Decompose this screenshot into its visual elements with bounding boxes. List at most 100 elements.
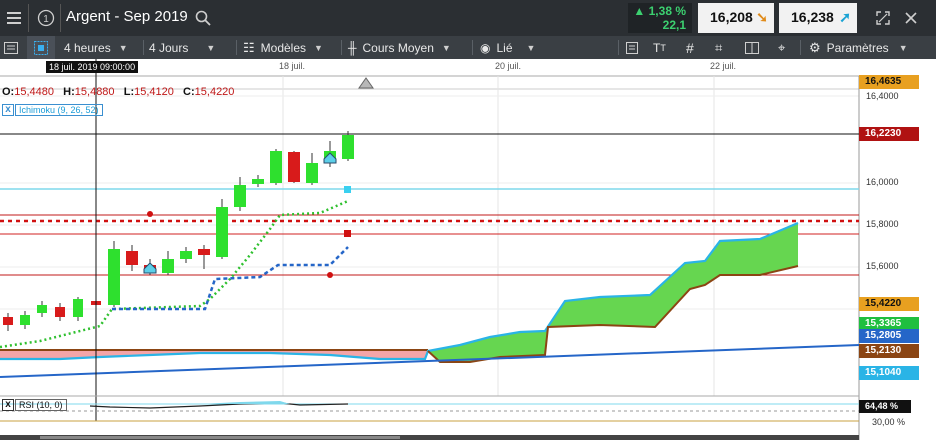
period-value: 4 Jours	[149, 40, 189, 55]
rsi-tick: 30,00 %	[872, 417, 906, 427]
templates-dropdown[interactable]: ☷ Modèles ▼	[243, 36, 323, 59]
chevron-down-icon: ▼	[314, 42, 323, 53]
hamburger-menu-icon[interactable]	[0, 0, 28, 36]
rsi-value-tag: 64,48 %	[859, 400, 911, 413]
period-dropdown[interactable]: 4 Jours ▼	[149, 36, 215, 59]
candle-bullish	[270, 151, 282, 183]
price-type-value: Cours Moyen	[362, 40, 434, 55]
high-value: 15,4880	[74, 86, 115, 98]
price-tick: 16,4000	[866, 91, 899, 101]
price-chart[interactable]: 18 juil. 2019 09:00:00 18 juil. 20 juil.…	[0, 59, 936, 440]
rsi-indicator-label[interactable]: x RSI (10, 0)	[2, 398, 67, 412]
price-tag-last: 16,2230	[859, 127, 919, 141]
price-type-dropdown[interactable]: ╫ Cours Moyen ▼	[348, 36, 451, 59]
grid-icon[interactable]: #	[686, 36, 694, 59]
expand-icon[interactable]	[872, 0, 894, 36]
search-icon[interactable]	[193, 0, 213, 36]
price-tick: 16,0000	[866, 177, 899, 187]
close-value: 15,4220	[194, 86, 235, 98]
title-bar: 1 Argent - Sep 2019 ▲ 1,38 % 22,1 16,208…	[0, 0, 936, 36]
instrument-title[interactable]: Argent - Sep 2019	[66, 8, 188, 25]
chikou-point	[147, 211, 153, 217]
remove-indicator-icon[interactable]: x	[2, 104, 14, 116]
candle-bullish	[306, 163, 318, 183]
chevron-down-icon: ▼	[118, 42, 128, 53]
divider	[618, 40, 619, 55]
change-absolute: 22,1	[662, 18, 686, 32]
divider	[236, 40, 237, 55]
candle-bullish	[162, 259, 174, 273]
price-tick: 15,8000	[866, 219, 899, 229]
candle-bullish	[180, 251, 192, 259]
candle-bullish	[234, 185, 246, 207]
close-icon[interactable]	[900, 0, 922, 36]
candle-bullish	[342, 135, 354, 159]
candle-bullish	[20, 315, 30, 325]
svg-text:1: 1	[43, 14, 49, 25]
arrow-up-icon: ➚	[839, 9, 851, 25]
panel-list-icon[interactable]	[4, 36, 18, 59]
chikou-point	[327, 272, 333, 278]
templates-label: Modèles	[260, 40, 307, 55]
timeframe-value: 4 heures	[64, 40, 111, 55]
chevron-down-icon: ▼	[206, 42, 216, 53]
candle-bullish	[252, 179, 264, 184]
cloud-marker	[344, 186, 351, 193]
gear-icon: ⚙	[809, 39, 821, 55]
divider	[472, 40, 473, 55]
divider	[28, 4, 29, 32]
timeframe-dropdown[interactable]: 4 heures ▼	[64, 36, 128, 59]
ichimoku-indicator-label[interactable]: x Ichimoku (9, 26, 52)	[2, 103, 103, 117]
open-value: 15,4480	[14, 86, 54, 98]
price-tag-crosshair: 15,4220	[859, 297, 919, 311]
divider	[341, 40, 342, 55]
crosshair-date-tooltip: 18 juil. 2019 09:00:00	[46, 61, 139, 73]
candle-bullish	[108, 249, 120, 305]
date-label: 22 juil.	[710, 61, 737, 71]
candle-bearish	[198, 249, 210, 255]
chevron-down-icon: ▼	[526, 42, 536, 53]
eye-icon: ◉	[480, 40, 491, 55]
sell-price: 16,208	[710, 9, 753, 25]
buy-price: 16,238	[791, 9, 834, 25]
candle-bullish	[73, 299, 83, 317]
candle-bearish	[126, 251, 138, 265]
chevron-down-icon: ▼	[441, 42, 451, 53]
templates-icon: ☷	[243, 39, 255, 55]
chart-canvas[interactable]	[0, 59, 936, 440]
candle-bearish	[55, 307, 65, 317]
indicator-panel-icon[interactable]	[626, 36, 638, 59]
indicator-name[interactable]: Ichimoku (9, 26, 52)	[15, 104, 103, 116]
indicator-name[interactable]: RSI (10, 0)	[15, 399, 67, 411]
daily-change: ▲ 1,38 % 22,1	[628, 3, 692, 33]
text-tool-icon[interactable]: TT	[653, 36, 666, 59]
candle-bullish	[216, 207, 228, 257]
link-label: Lié	[496, 40, 513, 55]
scrollbar-thumb[interactable]	[40, 436, 400, 439]
settings-dropdown[interactable]: ⚙ Paramètres ▼	[809, 36, 908, 59]
price-tag-kijun: 15,2805	[859, 329, 919, 343]
sell-price-button[interactable]: 16,208 ➘	[698, 3, 774, 33]
date-label: 18 juil.	[279, 61, 306, 71]
low-value: 15,4120	[134, 86, 174, 98]
crosshair-select-icon[interactable]	[27, 36, 55, 59]
price-tick: 15,6000	[866, 261, 899, 271]
candle-bullish	[37, 305, 47, 313]
ohlc-readout: O:15,4480 H:15,4880 L:15,4120 C:15,4220	[2, 86, 235, 98]
info-circle-icon[interactable]: 1	[32, 0, 60, 36]
price-tag-senkou-a: 15,1040	[859, 366, 919, 380]
divider	[800, 40, 801, 55]
cursor-target-icon[interactable]: ⌖	[778, 36, 785, 59]
candle-bearish	[288, 152, 300, 182]
remove-indicator-icon[interactable]: x	[2, 399, 14, 411]
link-dropdown[interactable]: ◉ Lié ▼	[480, 36, 535, 59]
layout-icon[interactable]	[745, 36, 759, 59]
candle-bearish	[3, 317, 13, 325]
date-label: 20 juil.	[495, 61, 522, 71]
change-percent: ▲ 1,38 %	[633, 4, 686, 18]
chevron-down-icon: ▼	[898, 42, 908, 53]
settings-label: Paramètres	[826, 40, 889, 55]
buy-price-button[interactable]: 16,238 ➚	[779, 3, 857, 33]
draw-tool-icon[interactable]: ⌗	[715, 36, 722, 59]
divider	[143, 40, 144, 55]
